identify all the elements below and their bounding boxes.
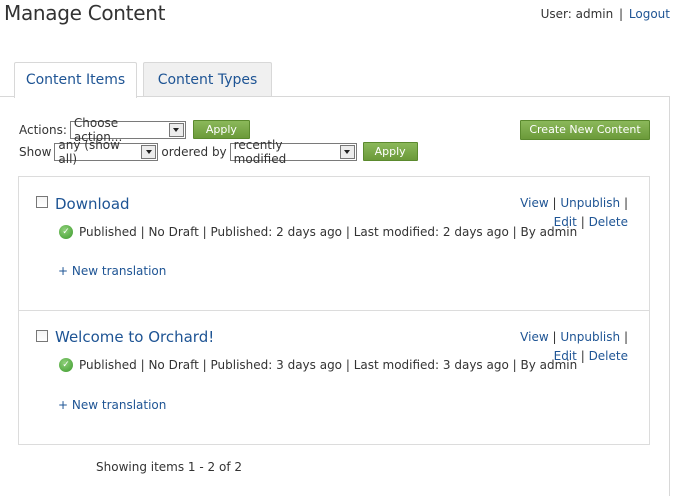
unpublish-link[interactable]: Unpublish (560, 196, 620, 210)
edit-link[interactable]: Edit (554, 349, 577, 363)
item-status: ✓ Published | No Draft | Published: 2 da… (59, 225, 577, 239)
item-actions: View | Unpublish | Edit | Delete (520, 328, 628, 366)
filter-row: Show any (show all) ordered by recently … (19, 138, 418, 166)
published-check-icon: ✓ (59, 225, 73, 239)
edit-link[interactable]: Edit (554, 215, 577, 229)
order-by-select[interactable]: recently modified (229, 138, 357, 166)
user-bar: User: admin | Logout (541, 7, 670, 21)
order-by-value: recently modified (233, 137, 287, 166)
actions-label: Actions: (19, 122, 67, 137)
page-title: Manage Content (4, 1, 166, 25)
list-item: Welcome to Orchard! ✓ Published | No Dra… (19, 311, 649, 445)
status-text: Published | No Draft | Published: 3 days… (79, 358, 578, 372)
logout-link[interactable]: Logout (629, 7, 670, 21)
item-title-link[interactable]: Download (55, 195, 130, 213)
select-checkbox[interactable] (36, 196, 48, 208)
show-label: Show (19, 144, 52, 159)
content-type-filter-value: any (show all) (58, 137, 120, 166)
separator: | (552, 196, 557, 210)
view-link[interactable]: View (520, 196, 548, 210)
status-text: Published | No Draft | Published: 2 days… (79, 225, 578, 239)
ordered-by-label: ordered by (161, 144, 227, 159)
content-list: Download ✓ Published | No Draft | Publis… (18, 176, 650, 445)
separator: | (623, 330, 628, 344)
content-type-filter-select[interactable]: any (show all) (54, 138, 159, 166)
apply-filter-button[interactable]: Apply (362, 142, 418, 161)
list-item: Download ✓ Published | No Draft | Publis… (19, 177, 649, 311)
pager-summary: Showing items 1 - 2 of 2 (96, 460, 242, 474)
delete-link[interactable]: Delete (589, 215, 628, 229)
chevron-down-icon (339, 144, 355, 159)
select-checkbox[interactable] (36, 330, 48, 342)
separator: | (619, 7, 624, 21)
actions-row: Actions: Choose action... Apply (19, 116, 250, 144)
chevron-down-icon (141, 144, 157, 159)
chevron-down-icon (168, 122, 184, 137)
user-prefix: User: (540, 7, 572, 21)
tab-content-items[interactable]: Content Items (14, 62, 137, 98)
separator: | (580, 215, 585, 229)
unpublish-link[interactable]: Unpublish (560, 330, 620, 344)
new-translation-link[interactable]: + New translation (58, 398, 166, 412)
new-translation-link[interactable]: + New translation (58, 264, 166, 278)
delete-link[interactable]: Delete (589, 349, 628, 363)
published-check-icon: ✓ (59, 358, 73, 372)
view-link[interactable]: View (520, 330, 548, 344)
separator: | (552, 330, 557, 344)
tab-content-types[interactable]: Content Types (143, 62, 272, 97)
create-new-content-button[interactable]: Create New Content (520, 120, 650, 140)
bulk-action-select[interactable]: Choose action... (69, 116, 186, 144)
separator: | (623, 196, 628, 210)
item-title-link[interactable]: Welcome to Orchard! (55, 328, 214, 346)
separator: | (580, 349, 585, 363)
user-name: admin (575, 7, 614, 21)
item-actions: View | Unpublish | Edit | Delete (520, 194, 628, 232)
apply-action-button[interactable]: Apply (192, 120, 250, 139)
item-status: ✓ Published | No Draft | Published: 3 da… (59, 358, 577, 372)
